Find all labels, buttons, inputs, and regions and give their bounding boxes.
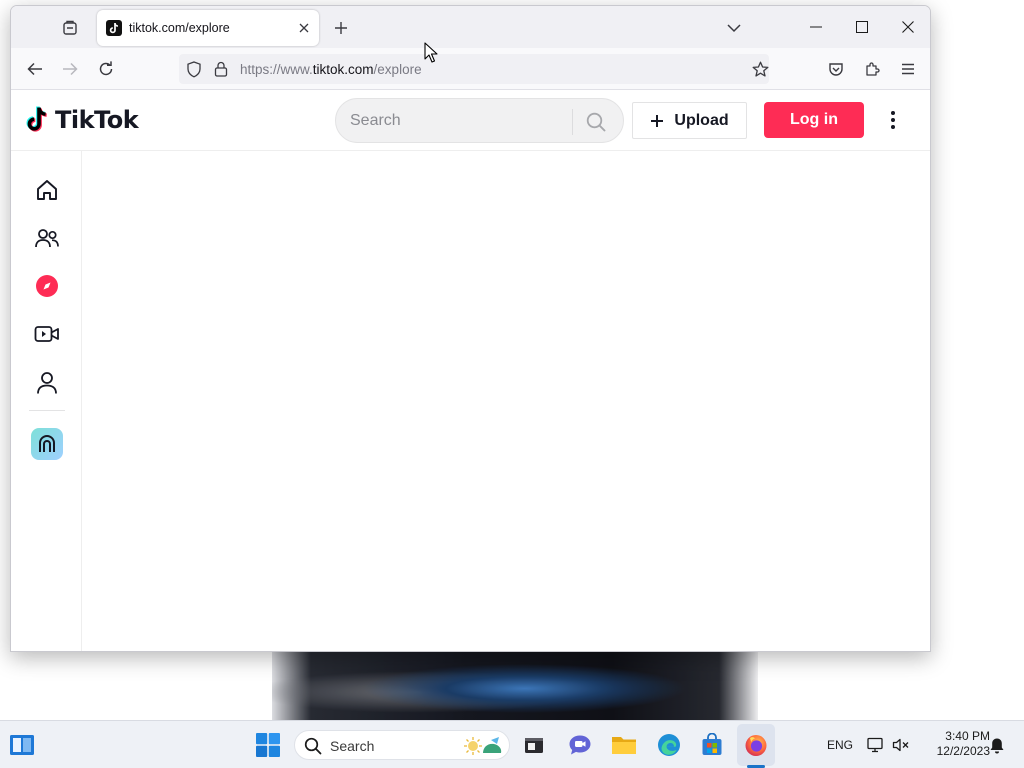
- file-explorer-icon[interactable]: [520, 731, 548, 759]
- tiktok-sidebar: [11, 151, 82, 651]
- volume-muted-icon[interactable]: [892, 736, 910, 754]
- login-label: Log in: [790, 111, 838, 128]
- search-icon[interactable]: [582, 108, 610, 136]
- clock-date: 12/2/2023: [936, 744, 990, 758]
- upload-button[interactable]: Upload: [632, 102, 747, 139]
- search-input[interactable]: [350, 110, 565, 132]
- lock-icon[interactable]: [212, 60, 230, 78]
- tiktok-page: TikTok Upload Log in: [11, 90, 930, 651]
- edge-icon[interactable]: [655, 731, 683, 759]
- tiktok-logo-text: TikTok: [55, 106, 139, 134]
- shield-icon[interactable]: [185, 60, 203, 78]
- maximize-icon[interactable]: [840, 12, 884, 42]
- tiktok-logo-icon: [26, 106, 47, 132]
- minimize-icon[interactable]: [794, 12, 838, 42]
- browser-titlebar: tiktok.com/explore: [11, 6, 930, 48]
- plus-icon[interactable]: [329, 16, 353, 40]
- browser-tab[interactable]: tiktok.com/explore: [97, 10, 319, 46]
- url-prefix: https://www.: [240, 62, 313, 77]
- tiktok-header: TikTok Upload Log in: [11, 90, 930, 151]
- windows-start-icon[interactable]: [256, 733, 280, 757]
- search-icon: [304, 737, 322, 755]
- more-options-icon[interactable]: [881, 107, 905, 133]
- desktop-wallpaper: [272, 650, 758, 720]
- tiktok-search-bar: [335, 98, 624, 143]
- store-icon[interactable]: [698, 731, 726, 759]
- live-badge-icon[interactable]: [31, 428, 63, 460]
- browser-window: tiktok.com/explore https://www.tiktok.co…: [10, 5, 931, 652]
- menu-icon[interactable]: [895, 57, 921, 81]
- url-path: /explore: [373, 62, 422, 77]
- url-host: tiktok.com: [312, 62, 374, 77]
- pocket-icon[interactable]: [823, 57, 849, 81]
- upload-label: Upload: [674, 111, 729, 129]
- tiktok-favicon-icon: [106, 20, 122, 36]
- system-clock[interactable]: 3:40 PM 12/2/2023: [918, 729, 990, 759]
- url-text[interactable]: https://www.tiktok.com/explore: [240, 62, 422, 77]
- firefox-icon[interactable]: [742, 731, 770, 759]
- explore-icon[interactable]: [31, 270, 63, 302]
- taskbar-search-label: Search: [330, 738, 375, 754]
- profile-icon[interactable]: [31, 367, 63, 399]
- language-indicator[interactable]: ENG: [827, 738, 853, 752]
- notification-bell-icon[interactable]: [988, 736, 1006, 754]
- login-button[interactable]: Log in: [764, 102, 864, 138]
- search-highlight-icon: [464, 737, 502, 755]
- sidebar-divider: [29, 410, 65, 411]
- network-icon[interactable]: [867, 736, 885, 754]
- taskbar-search[interactable]: Search: [294, 730, 510, 760]
- mouse-cursor-icon: [424, 42, 438, 63]
- home-icon[interactable]: [31, 174, 63, 206]
- reload-icon[interactable]: [93, 57, 119, 81]
- following-icon[interactable]: [31, 222, 63, 254]
- star-icon[interactable]: [751, 60, 769, 78]
- close-window-icon[interactable]: [886, 12, 930, 42]
- folder-icon[interactable]: [610, 731, 638, 759]
- widgets-icon[interactable]: [8, 732, 36, 758]
- tab-title: tiktok.com/explore: [129, 21, 230, 35]
- extensions-icon[interactable]: [859, 57, 885, 81]
- tiktok-logo[interactable]: TikTok: [26, 105, 139, 135]
- live-icon[interactable]: [31, 318, 63, 350]
- tab-list-icon[interactable]: [55, 16, 85, 40]
- search-divider: [572, 109, 573, 135]
- chevron-down-icon[interactable]: [722, 16, 746, 40]
- back-arrow-icon[interactable]: [22, 57, 48, 81]
- plus-icon: [650, 114, 664, 128]
- browser-toolbar: https://www.tiktok.com/explore: [11, 48, 930, 90]
- forward-arrow-icon[interactable]: [57, 57, 83, 81]
- teams-chat-icon[interactable]: [566, 731, 594, 759]
- taskbar: Search ENG 3:40 PM 12/2/2023: [0, 720, 1024, 768]
- close-icon[interactable]: [295, 19, 313, 37]
- clock-time: 3:40 PM: [945, 729, 990, 743]
- url-bar[interactable]: https://www.tiktok.com/explore: [179, 54, 769, 84]
